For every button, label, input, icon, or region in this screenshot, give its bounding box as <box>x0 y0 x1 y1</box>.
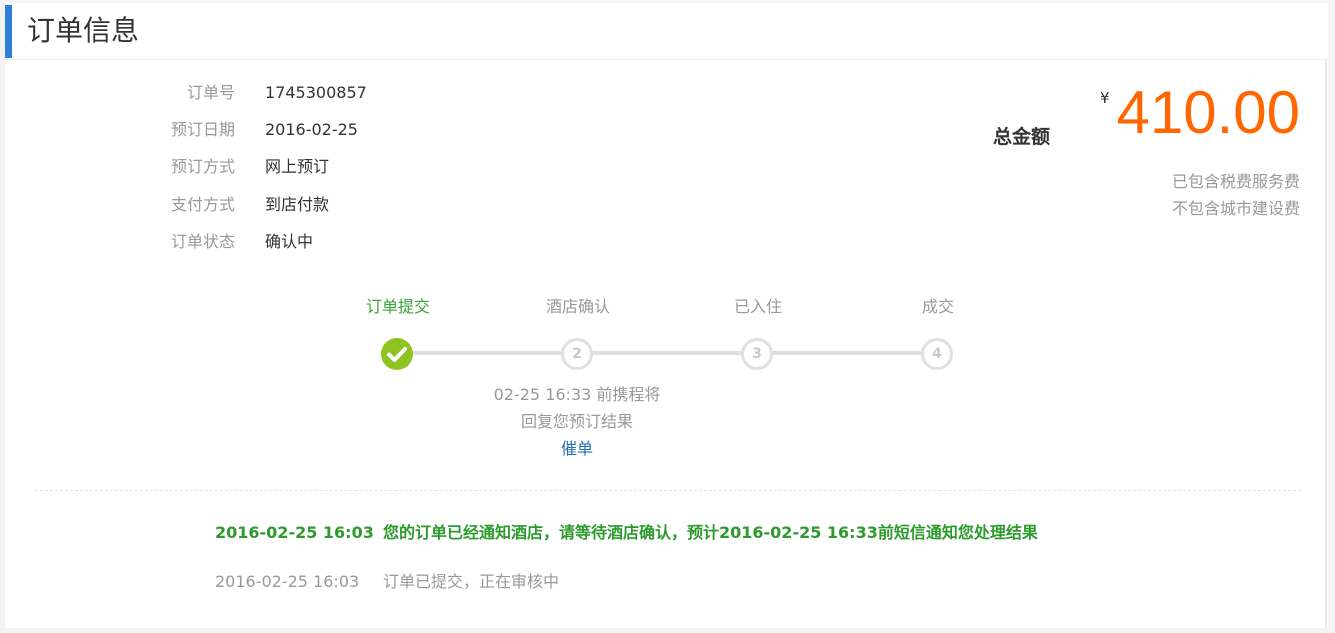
log-text: 订单已提交，正在审核中 <box>383 572 560 591</box>
progress-track <box>410 351 940 355</box>
order-number-value: 1745300857 <box>265 83 367 102</box>
payment-method-label: 支付方式 <box>170 195 235 214</box>
total-amount-label: 总金额 <box>993 126 1051 148</box>
check-icon <box>387 347 407 362</box>
order-status-label: 订单状态 <box>170 232 235 251</box>
order-status-value: 确认中 <box>265 232 314 251</box>
divider <box>35 490 1301 491</box>
booking-date-value: 2016-02-25 <box>265 120 358 139</box>
urge-order-link[interactable]: 催单 <box>445 435 709 459</box>
section-header: 订单信息 <box>5 3 1328 60</box>
log-entry: 2016-02-25 16:03 订单已提交，正在审核中 <box>215 568 559 592</box>
booking-date-label: 预订日期 <box>170 120 235 139</box>
log-time: 2016-02-25 16:03 <box>215 523 374 542</box>
reply-result-note: 回复您预订结果 <box>520 412 633 431</box>
step-4-marker: 4 <box>921 338 953 370</box>
total-amount-value: 410.00 <box>1116 79 1300 146</box>
city-fee-excluded-note: 不包含城市建设费 <box>1171 199 1300 218</box>
booking-method-value: 网上预订 <box>265 157 330 176</box>
step-label-hotel-confirm: 酒店确认 <box>545 297 610 316</box>
currency-symbol: ¥ <box>1100 89 1110 107</box>
step-2-marker: 2 <box>561 338 593 370</box>
scrollbar[interactable] <box>1325 59 1327 628</box>
step-1-done <box>381 338 413 370</box>
booking-method-label: 预订方式 <box>170 157 235 176</box>
header-accent-bar <box>5 5 12 58</box>
reply-deadline-note: 02-25 16:33 前携程将 <box>493 385 661 404</box>
log-entry: 2016-02-25 16:03 您的订单已经通知酒店，请等待酒店确认，预计201… <box>215 519 1038 543</box>
step-label-order-submitted: 订单提交 <box>365 297 430 316</box>
tax-included-note: 已包含税费服务费 <box>1171 172 1300 191</box>
step-label-completed: 成交 <box>921 297 954 316</box>
order-number-label: 订单号 <box>186 83 235 102</box>
step-3-marker: 3 <box>741 338 773 370</box>
log-text: 您的订单已经通知酒店，请等待酒店确认，预计2016-02-25 16:33前短信… <box>383 523 1038 542</box>
step-label-checked-in: 已入住 <box>733 297 782 316</box>
order-info-panel: 订单信息 订单号 1745300857 预订日期 2016-02-25 预订方式… <box>5 3 1328 628</box>
log-time: 2016-02-25 16:03 <box>215 572 360 591</box>
page-title: 订单信息 <box>27 14 140 47</box>
payment-method-value: 到店付款 <box>265 195 330 214</box>
